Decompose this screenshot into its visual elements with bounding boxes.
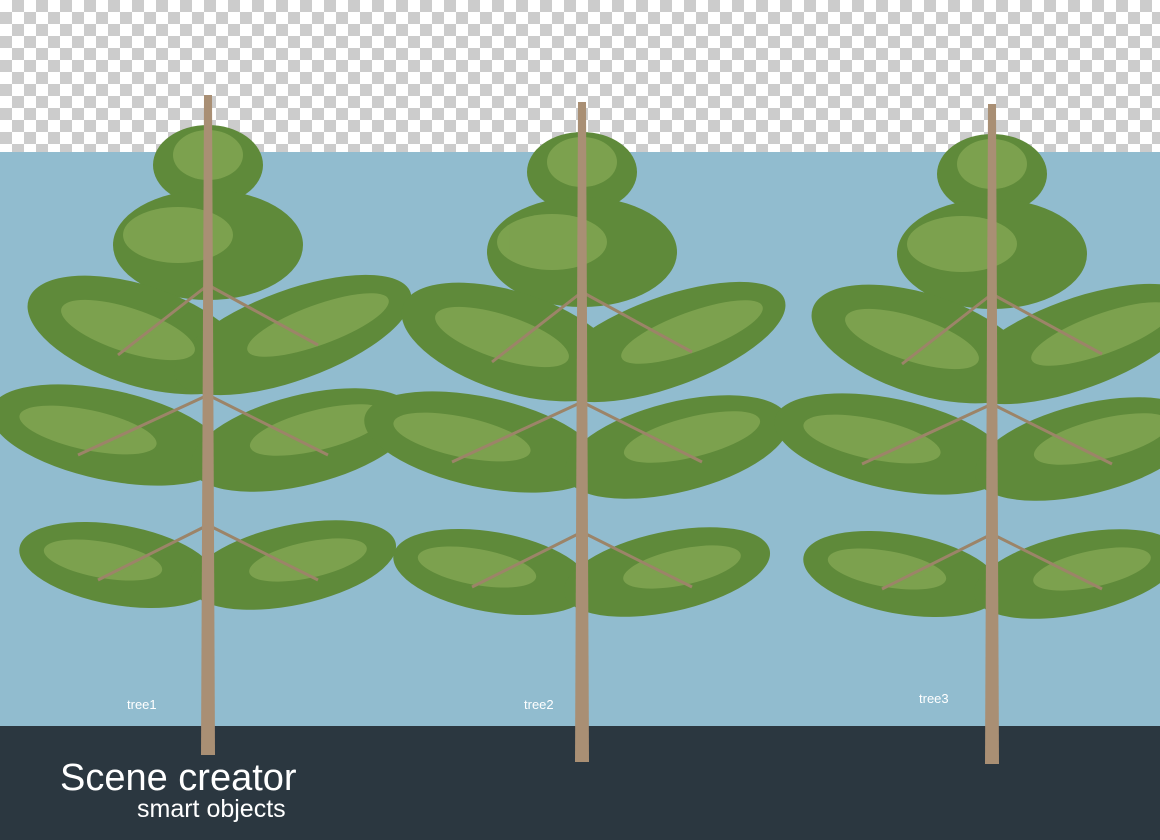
tree-2: [353, 100, 802, 764]
tree-3-label: tree3: [919, 691, 949, 706]
caption-subtitle: smart objects: [137, 795, 286, 823]
tree-3: [763, 102, 1160, 766]
tree-1: [0, 93, 428, 757]
tree-scene: [0, 93, 1160, 766]
tree-2-label: tree2: [524, 697, 554, 712]
caption-title: Scene creator: [60, 757, 297, 799]
tree-1-label: tree1: [127, 697, 157, 712]
